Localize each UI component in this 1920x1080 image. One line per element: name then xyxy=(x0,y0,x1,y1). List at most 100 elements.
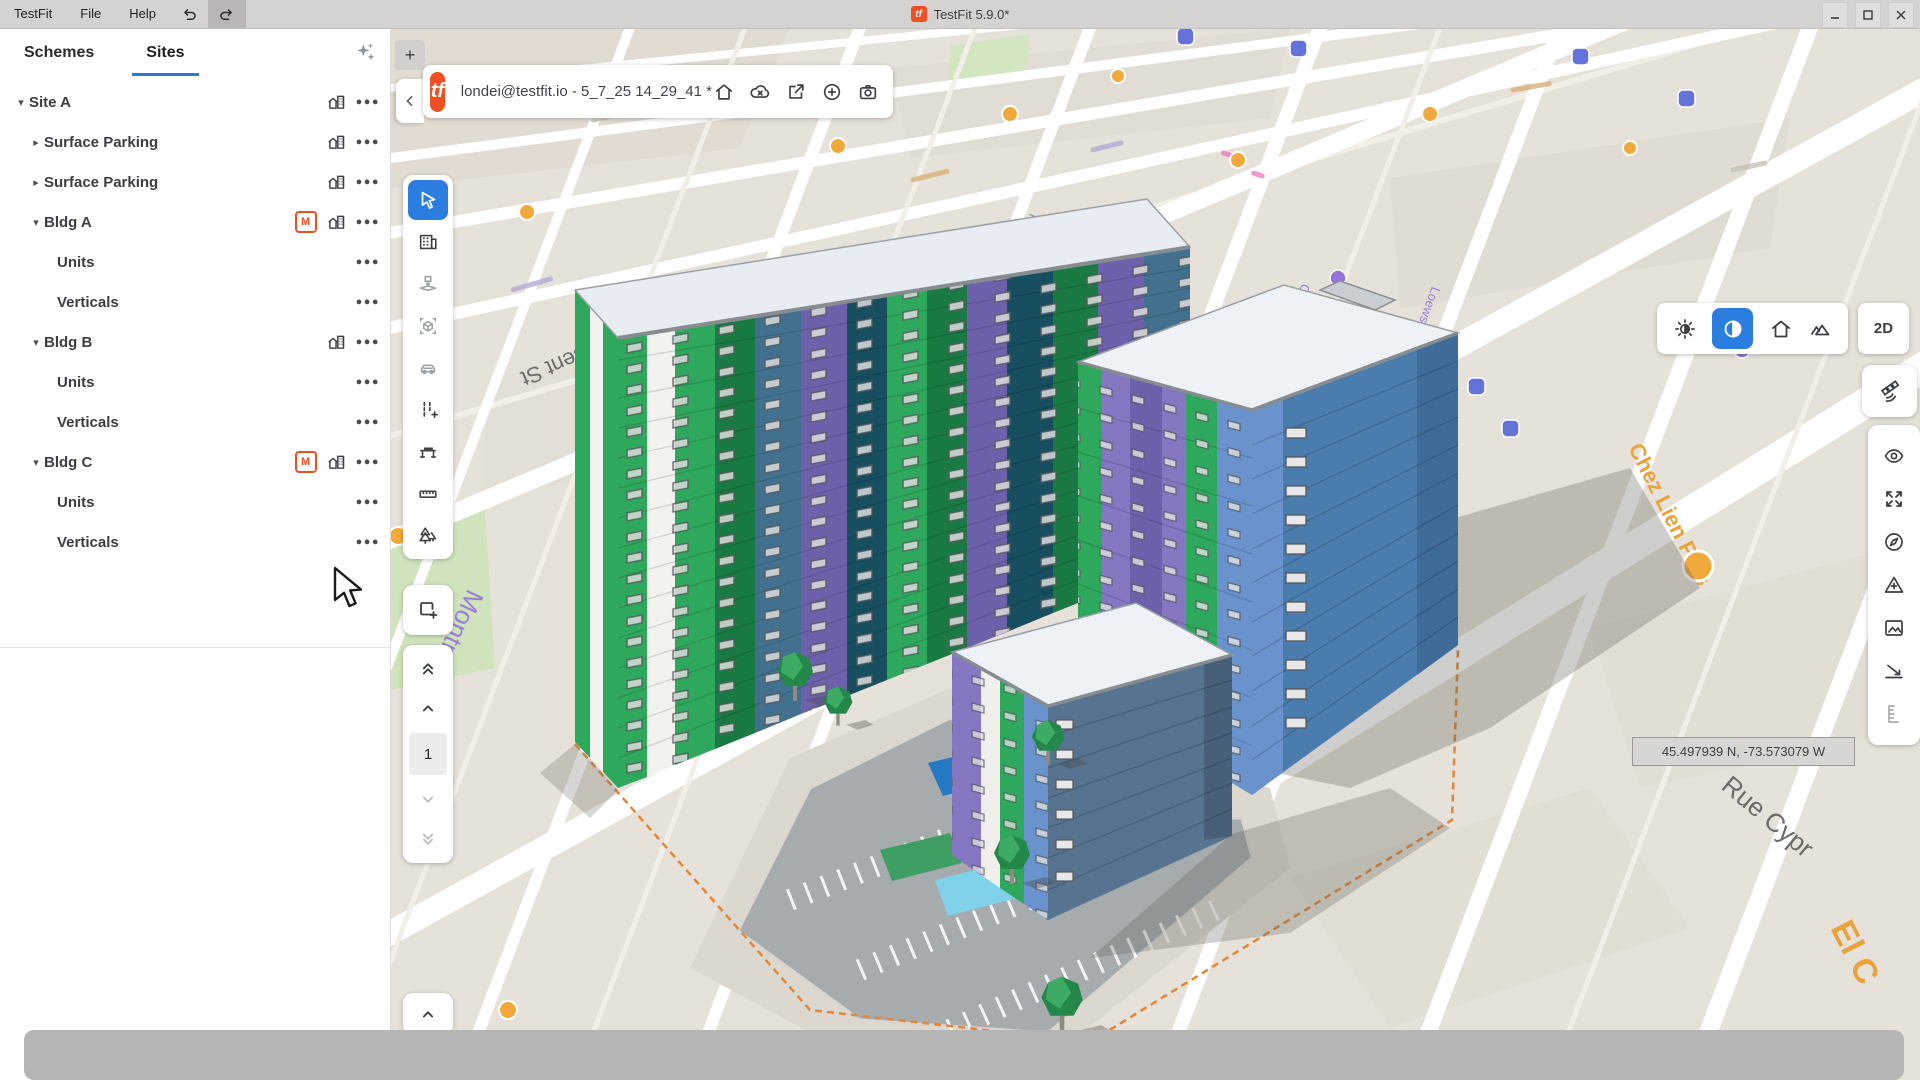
tree-row-surface-parking-2[interactable]: ▸ Surface Parking ●●● xyxy=(0,162,390,202)
mixed-use-badge: M xyxy=(295,211,317,233)
minimize-button[interactable] xyxy=(1822,2,1848,28)
sidebar-divider xyxy=(0,647,390,648)
close-button[interactable] xyxy=(1888,2,1914,28)
massing-view-icon[interactable] xyxy=(326,172,347,193)
add-button[interactable] xyxy=(820,80,844,104)
compass-reset-north-button[interactable] xyxy=(1882,530,1906,554)
project-name[interactable]: londei@testfit.io - 5_7_25 14_29_41 * xyxy=(461,83,712,100)
share-export-button[interactable] xyxy=(784,80,808,104)
maximize-button[interactable] xyxy=(1855,2,1881,28)
massing-view-icon[interactable] xyxy=(326,332,347,353)
tree-row-units[interactable]: Units ●●● xyxy=(0,242,390,282)
row-menu-button[interactable]: ●●● xyxy=(356,176,380,188)
tree-row-bldg-b[interactable]: ▾ Bldg B ●●● xyxy=(0,322,390,362)
floor-up-button[interactable] xyxy=(410,693,446,723)
row-menu-button[interactable]: ●●● xyxy=(356,376,380,388)
tree-label: Units xyxy=(57,374,95,391)
maximize-icon xyxy=(1862,9,1874,21)
toggle-2d-button[interactable]: 2D xyxy=(1858,303,1909,354)
tree-label: Verticals xyxy=(57,294,119,311)
sun-shadow-toggle-button[interactable] xyxy=(1673,317,1697,341)
title-bar: TestFit File Help tf TestFit 5.9.0* xyxy=(0,0,1920,29)
row-menu-button[interactable]: ●●● xyxy=(356,296,380,308)
chevron-down-icon xyxy=(418,790,438,810)
mixed-use-badge: M xyxy=(295,451,317,473)
massing-view-icon[interactable] xyxy=(326,212,347,233)
home-button[interactable] xyxy=(712,80,736,104)
expand-arrow-icon[interactable]: ▸ xyxy=(28,136,44,149)
select-tool-button[interactable] xyxy=(408,180,448,220)
satellite-layer-button[interactable] xyxy=(1862,365,1917,417)
row-menu-button[interactable]: ●●● xyxy=(356,96,380,108)
frame-add-icon xyxy=(416,598,440,622)
row-menu-button[interactable]: ●●● xyxy=(356,416,380,428)
terrain-toggle-button[interactable] xyxy=(1808,317,1832,341)
background-image-button[interactable] xyxy=(1882,616,1906,640)
floor-down-button[interactable] xyxy=(410,785,446,815)
collapse-panel-button[interactable] xyxy=(396,79,424,123)
mouse-cursor xyxy=(332,566,366,612)
map-viewport[interactable]: Crescent St Rue Bishop Chez Lien Plus Og… xyxy=(390,28,1920,1080)
tree-row-verticals[interactable]: Verticals ●●● xyxy=(0,402,390,442)
measure-tool-button[interactable] xyxy=(408,474,448,514)
redo-icon xyxy=(215,2,239,26)
tree-row-bldg-c[interactable]: ▾ Bldg C M ●●● xyxy=(0,442,390,482)
slope-angle-button[interactable] xyxy=(1882,659,1906,683)
row-menu-button[interactable]: ●●● xyxy=(356,536,380,548)
row-menu-button[interactable]: ●●● xyxy=(356,256,380,268)
collapse-arrow-icon[interactable]: ▾ xyxy=(28,216,44,229)
collapse-arrow-icon[interactable]: ▾ xyxy=(13,96,29,109)
massing-select-tool-button[interactable] xyxy=(408,306,448,346)
collapse-arrow-icon[interactable]: ▾ xyxy=(28,456,44,469)
expand-arrow-icon[interactable]: ▸ xyxy=(28,176,44,189)
levels-scale-button[interactable] xyxy=(1882,702,1906,726)
row-menu-button[interactable]: ●●● xyxy=(356,496,380,508)
tree-row-units[interactable]: Units ●●● xyxy=(0,362,390,402)
tree-row-bldg-a[interactable]: ▾ Bldg A M ●●● xyxy=(0,202,390,242)
stamp-tool-button[interactable] xyxy=(408,264,448,304)
collapse-arrow-icon[interactable]: ▾ xyxy=(28,336,44,349)
camera-screenshot-button[interactable] xyxy=(856,80,880,104)
tab-sites[interactable]: Sites xyxy=(138,28,192,78)
menu-testfit[interactable]: TestFit xyxy=(0,0,66,28)
cloud-sync-offline-button[interactable] xyxy=(748,80,772,104)
undo-button[interactable] xyxy=(170,0,208,28)
left-tool-palette xyxy=(403,175,453,559)
contrast-shading-toggle-button[interactable] xyxy=(1712,308,1753,349)
home-view-button[interactable] xyxy=(1769,317,1793,341)
massing-view-icon[interactable] xyxy=(326,92,347,113)
menu-help[interactable]: Help xyxy=(115,0,170,28)
massing-view-icon[interactable] xyxy=(326,132,347,153)
row-menu-button[interactable]: ●●● xyxy=(356,136,380,148)
redo-button[interactable] xyxy=(208,0,246,28)
tree-label: Bldg A xyxy=(44,214,92,231)
tree-row-site-a[interactable]: ▾ Site A ●●● xyxy=(0,82,390,122)
tree-row-verticals[interactable]: Verticals ●●● xyxy=(0,282,390,322)
expand-bottom-panel-button[interactable] xyxy=(403,993,453,1035)
sites-tree: ▾ Site A ●●● ▸ Surface Parking ●●● xyxy=(0,78,390,562)
massing-view-icon[interactable] xyxy=(326,452,347,473)
tree-row-verticals[interactable]: Verticals ●●● xyxy=(0,522,390,562)
tree-row-surface-parking-1[interactable]: ▸ Surface Parking ●●● xyxy=(0,122,390,162)
tree-row-units[interactable]: Units ●●● xyxy=(0,482,390,522)
parking-tool-button[interactable] xyxy=(408,348,448,388)
visibility-button[interactable] xyxy=(1882,444,1906,468)
fit-view-button[interactable] xyxy=(1882,487,1906,511)
add-scheme-tab-button[interactable]: + xyxy=(395,40,425,70)
floor-top-button[interactable] xyxy=(410,653,446,683)
tab-schemes[interactable]: Schemes xyxy=(16,28,102,78)
row-menu-button[interactable]: ●●● xyxy=(356,336,380,348)
road-lanes-tool-button[interactable] xyxy=(408,390,448,430)
current-floor-value[interactable]: 1 xyxy=(409,733,447,775)
terrain-add-button[interactable] xyxy=(1882,573,1906,597)
menu-file[interactable]: File xyxy=(66,0,115,28)
sparkles-icon[interactable] xyxy=(352,40,378,66)
tree-label: Bldg B xyxy=(44,334,92,351)
landscape-tool-button[interactable] xyxy=(408,516,448,556)
add-viewport-button[interactable] xyxy=(403,585,453,635)
deck-tool-button[interactable] xyxy=(408,432,448,472)
row-menu-button[interactable]: ●●● xyxy=(356,456,380,468)
floor-bottom-button[interactable] xyxy=(410,825,446,855)
row-menu-button[interactable]: ●●● xyxy=(356,216,380,228)
building-tool-button[interactable] xyxy=(408,222,448,262)
